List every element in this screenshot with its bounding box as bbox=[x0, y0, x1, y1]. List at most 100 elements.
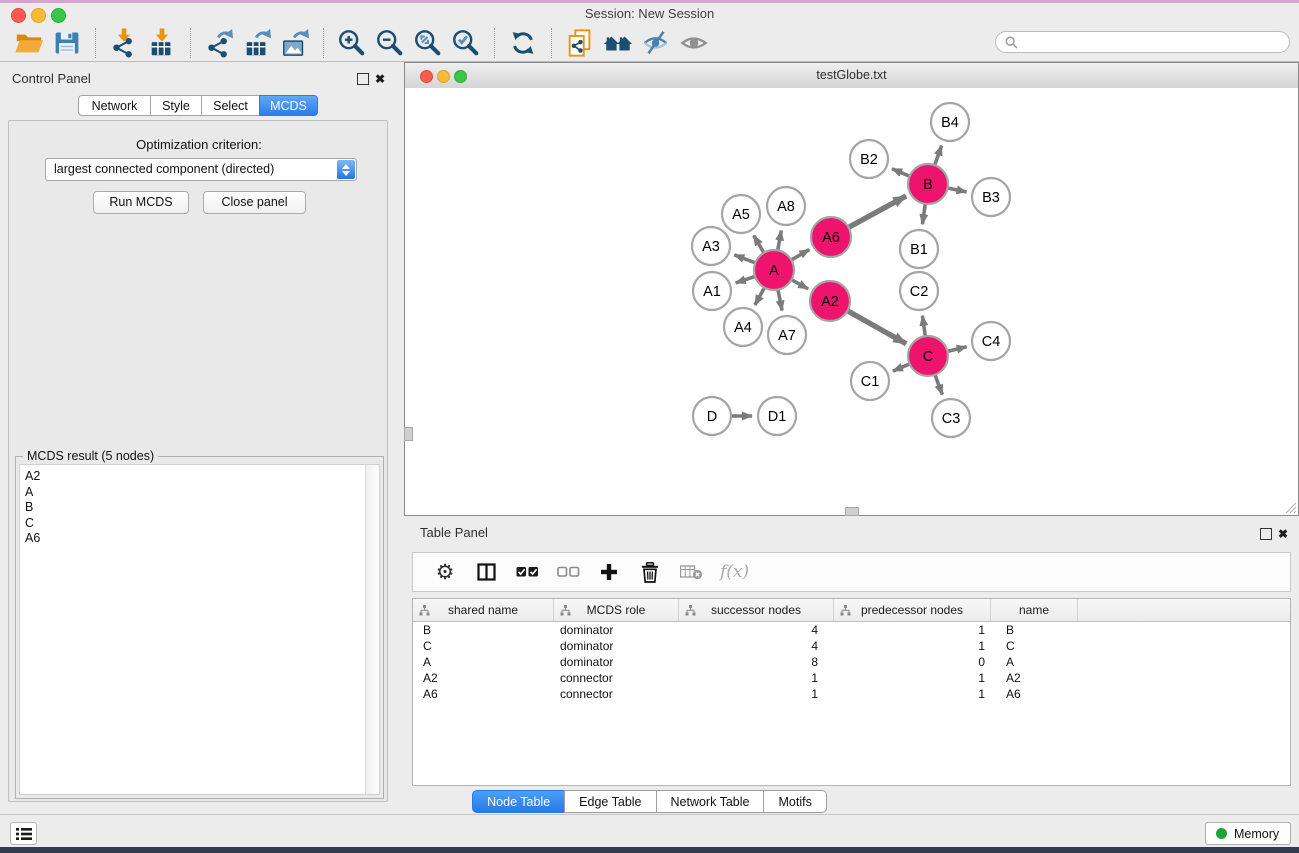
control-panel-close-icon[interactable]: ✖ bbox=[375, 73, 385, 85]
graph-edge-A-A8[interactable] bbox=[778, 231, 782, 251]
table-row[interactable]: Cdominator41C bbox=[413, 638, 1290, 654]
tab-network[interactable]: Network bbox=[78, 95, 151, 116]
graph-node-B1[interactable]: B1 bbox=[900, 230, 938, 268]
graph-node-B2[interactable]: B2 bbox=[850, 140, 888, 178]
close-panel-button[interactable]: Close panel bbox=[203, 191, 306, 214]
tab-motifs[interactable]: Motifs bbox=[763, 790, 826, 813]
graph-edge-B-B3[interactable] bbox=[948, 188, 967, 192]
network-graph[interactable]: AA1A2A3A4A5A6A7A8BB1B2B3B4CC1C2C3C4DD1 bbox=[405, 88, 1298, 515]
graph-node-A6[interactable]: A6 bbox=[811, 217, 851, 257]
control-panel-float-icon[interactable] bbox=[357, 73, 369, 85]
graph-edge-B-B2[interactable] bbox=[892, 169, 910, 176]
graph-node-C4[interactable]: C4 bbox=[972, 322, 1010, 360]
open-session-icon[interactable] bbox=[10, 26, 48, 60]
graph-node-A7[interactable]: A7 bbox=[768, 316, 806, 354]
graph-edge-A-A2[interactable] bbox=[791, 280, 808, 289]
column-layout-icon[interactable] bbox=[474, 558, 498, 586]
graph-edge-B-B4[interactable] bbox=[935, 146, 942, 166]
search-field[interactable] bbox=[995, 31, 1290, 53]
hide-selected-icon[interactable] bbox=[637, 26, 675, 60]
show-eye-icon[interactable] bbox=[675, 26, 713, 60]
mcds-result-item[interactable]: A bbox=[20, 485, 379, 501]
tab-edge-table[interactable]: Edge Table bbox=[564, 790, 656, 813]
table-row[interactable]: A6connector11A6 bbox=[413, 686, 1290, 702]
refresh-layout-icon[interactable] bbox=[504, 26, 542, 60]
export-network-icon[interactable] bbox=[200, 26, 238, 60]
graph-edge-A2-C[interactable] bbox=[847, 311, 906, 344]
graph-edge-C-C4[interactable] bbox=[947, 347, 966, 352]
run-mcds-button[interactable]: Run MCDS bbox=[93, 191, 189, 214]
task-history-button[interactable] bbox=[10, 822, 37, 845]
add-column-icon[interactable] bbox=[597, 558, 621, 586]
mcds-list-scrollbar[interactable] bbox=[365, 465, 379, 794]
column-header-shared-name[interactable]: shared name bbox=[413, 599, 554, 621]
home-icon[interactable] bbox=[599, 26, 637, 60]
save-session-icon[interactable] bbox=[48, 26, 86, 60]
import-table-icon[interactable] bbox=[143, 26, 181, 60]
criterion-select[interactable]: largest connected component (directed) bbox=[45, 158, 357, 181]
zoom-in-icon[interactable] bbox=[333, 26, 371, 60]
memory-button[interactable]: Memory bbox=[1205, 822, 1291, 845]
graph-node-B[interactable]: B bbox=[908, 164, 948, 204]
table-panel-float-icon[interactable] bbox=[1260, 528, 1272, 540]
graph-edge-C-C1[interactable] bbox=[893, 364, 910, 371]
import-network-icon[interactable] bbox=[105, 26, 143, 60]
mcds-result-item[interactable]: C bbox=[20, 516, 379, 532]
table-row[interactable]: Bdominator41B bbox=[413, 622, 1290, 638]
tab-select[interactable]: Select bbox=[201, 95, 260, 116]
graph-edge-A-A4[interactable] bbox=[755, 288, 765, 305]
graph-edge-A-A5[interactable] bbox=[754, 236, 764, 253]
network-canvas[interactable]: AA1A2A3A4A5A6A7A8BB1B2B3B4CC1C2C3C4DD1 bbox=[405, 88, 1298, 515]
deselect-all-icon[interactable] bbox=[556, 558, 580, 586]
graph-edge-B-B1[interactable] bbox=[922, 204, 925, 224]
zoom-selected-icon[interactable] bbox=[447, 26, 485, 60]
table-row[interactable]: A2connector11A2 bbox=[413, 670, 1290, 686]
graph-edge-C-C2[interactable] bbox=[922, 316, 925, 336]
graph-node-A8[interactable]: A8 bbox=[767, 187, 805, 225]
tab-node-table[interactable]: Node Table bbox=[472, 790, 565, 813]
graph-node-A5[interactable]: A5 bbox=[722, 195, 760, 233]
graph-node-C1[interactable]: C1 bbox=[851, 362, 889, 400]
graph-edge-A-A6[interactable] bbox=[791, 250, 809, 260]
search-input[interactable] bbox=[1023, 34, 1277, 50]
bottom-scroll-handle[interactable] bbox=[845, 507, 859, 516]
graph-node-A3[interactable]: A3 bbox=[692, 227, 730, 265]
zoom-fit-icon[interactable] bbox=[409, 26, 447, 60]
network-window-titlebar[interactable]: testGlobe.txt bbox=[405, 63, 1298, 89]
table-panel-close-icon[interactable]: ✖ bbox=[1278, 528, 1288, 540]
table-row[interactable]: Adominator80A bbox=[413, 654, 1290, 670]
graph-edge-A6-B[interactable] bbox=[849, 196, 907, 227]
graph-node-B3[interactable]: B3 bbox=[972, 178, 1010, 216]
mcds-result-item[interactable]: A2 bbox=[20, 469, 379, 485]
graph-edge-C-C3[interactable] bbox=[935, 375, 942, 395]
graph-node-A2[interactable]: A2 bbox=[810, 281, 850, 321]
graph-edge-A-A1[interactable] bbox=[736, 276, 755, 283]
left-scroll-handle[interactable] bbox=[404, 427, 413, 441]
graph-node-A4[interactable]: A4 bbox=[724, 308, 762, 346]
export-table-icon[interactable] bbox=[238, 26, 276, 60]
column-header-name[interactable]: name bbox=[991, 599, 1078, 621]
tab-style[interactable]: Style bbox=[150, 95, 202, 116]
mcds-result-item[interactable]: B bbox=[20, 500, 379, 516]
mcds-result-list[interactable]: A2ABCA6 bbox=[19, 464, 380, 795]
graph-node-A1[interactable]: A1 bbox=[693, 272, 731, 310]
table-settings-icon[interactable]: ⚙ bbox=[433, 558, 457, 586]
graph-node-C3[interactable]: C3 bbox=[932, 399, 970, 437]
graph-node-C[interactable]: C bbox=[908, 336, 948, 376]
graph-edge-A-A7[interactable] bbox=[778, 290, 782, 311]
select-all-icon[interactable] bbox=[515, 558, 539, 586]
graph-edge-A-A3[interactable] bbox=[734, 255, 755, 263]
graph-node-C2[interactable]: C2 bbox=[900, 272, 938, 310]
column-header-successor-nodes[interactable]: successor nodes bbox=[679, 599, 834, 621]
export-image-icon[interactable] bbox=[276, 26, 314, 60]
zoom-out-icon[interactable] bbox=[371, 26, 409, 60]
network-file-icon[interactable] bbox=[561, 26, 599, 60]
mcds-result-item[interactable]: A6 bbox=[20, 531, 379, 547]
column-header-MCDS-role[interactable]: MCDS role bbox=[554, 599, 679, 621]
graph-node-D[interactable]: D bbox=[693, 397, 731, 435]
delete-column-icon[interactable] bbox=[638, 558, 662, 586]
graph-node-A[interactable]: A bbox=[754, 250, 794, 290]
column-header-predecessor-nodes[interactable]: predecessor nodes bbox=[834, 599, 991, 621]
tab-network-table[interactable]: Network Table bbox=[656, 790, 765, 813]
resize-grip-icon[interactable] bbox=[1283, 500, 1297, 514]
